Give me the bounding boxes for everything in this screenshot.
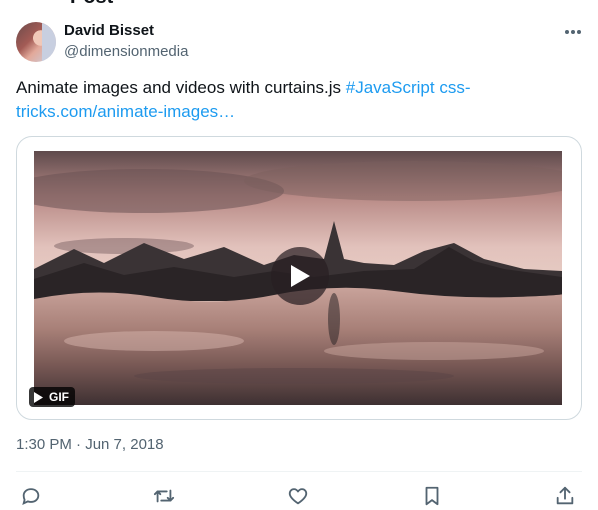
like-button[interactable] xyxy=(283,482,313,510)
share-button[interactable] xyxy=(550,482,580,510)
gif-badge-label: GIF xyxy=(49,390,69,404)
gif-badge: GIF xyxy=(29,387,75,407)
page-title: Post xyxy=(70,0,113,9)
author-handle[interactable]: @dimensionmedia xyxy=(64,43,188,60)
more-button[interactable] xyxy=(562,22,584,42)
retweet-icon xyxy=(153,489,175,503)
avatar[interactable] xyxy=(16,22,56,62)
heart-icon xyxy=(288,488,308,505)
post-timestamp[interactable]: 1:30 PM · Jun 7, 2018 xyxy=(16,436,164,453)
more-horizontal-icon xyxy=(565,30,581,34)
author-name[interactable]: David Bisset xyxy=(64,22,154,39)
bookmark-icon xyxy=(425,486,439,506)
action-bar xyxy=(16,482,582,510)
share-icon xyxy=(556,486,574,505)
tweet-text-body: Animate images and videos with curtains.… xyxy=(16,78,346,97)
reply-icon xyxy=(22,488,40,505)
media-card[interactable]: GIF xyxy=(16,136,582,420)
retweet-button[interactable] xyxy=(149,482,179,510)
divider xyxy=(16,471,582,472)
bookmark-button[interactable] xyxy=(417,482,447,510)
play-icon xyxy=(291,265,310,287)
hashtag-link[interactable]: #JavaScript xyxy=(346,78,435,97)
tweet-text: Animate images and videos with curtains.… xyxy=(16,76,536,124)
gif-play-icon xyxy=(34,391,43,403)
play-button[interactable] xyxy=(271,247,329,305)
reply-button[interactable] xyxy=(16,482,46,510)
